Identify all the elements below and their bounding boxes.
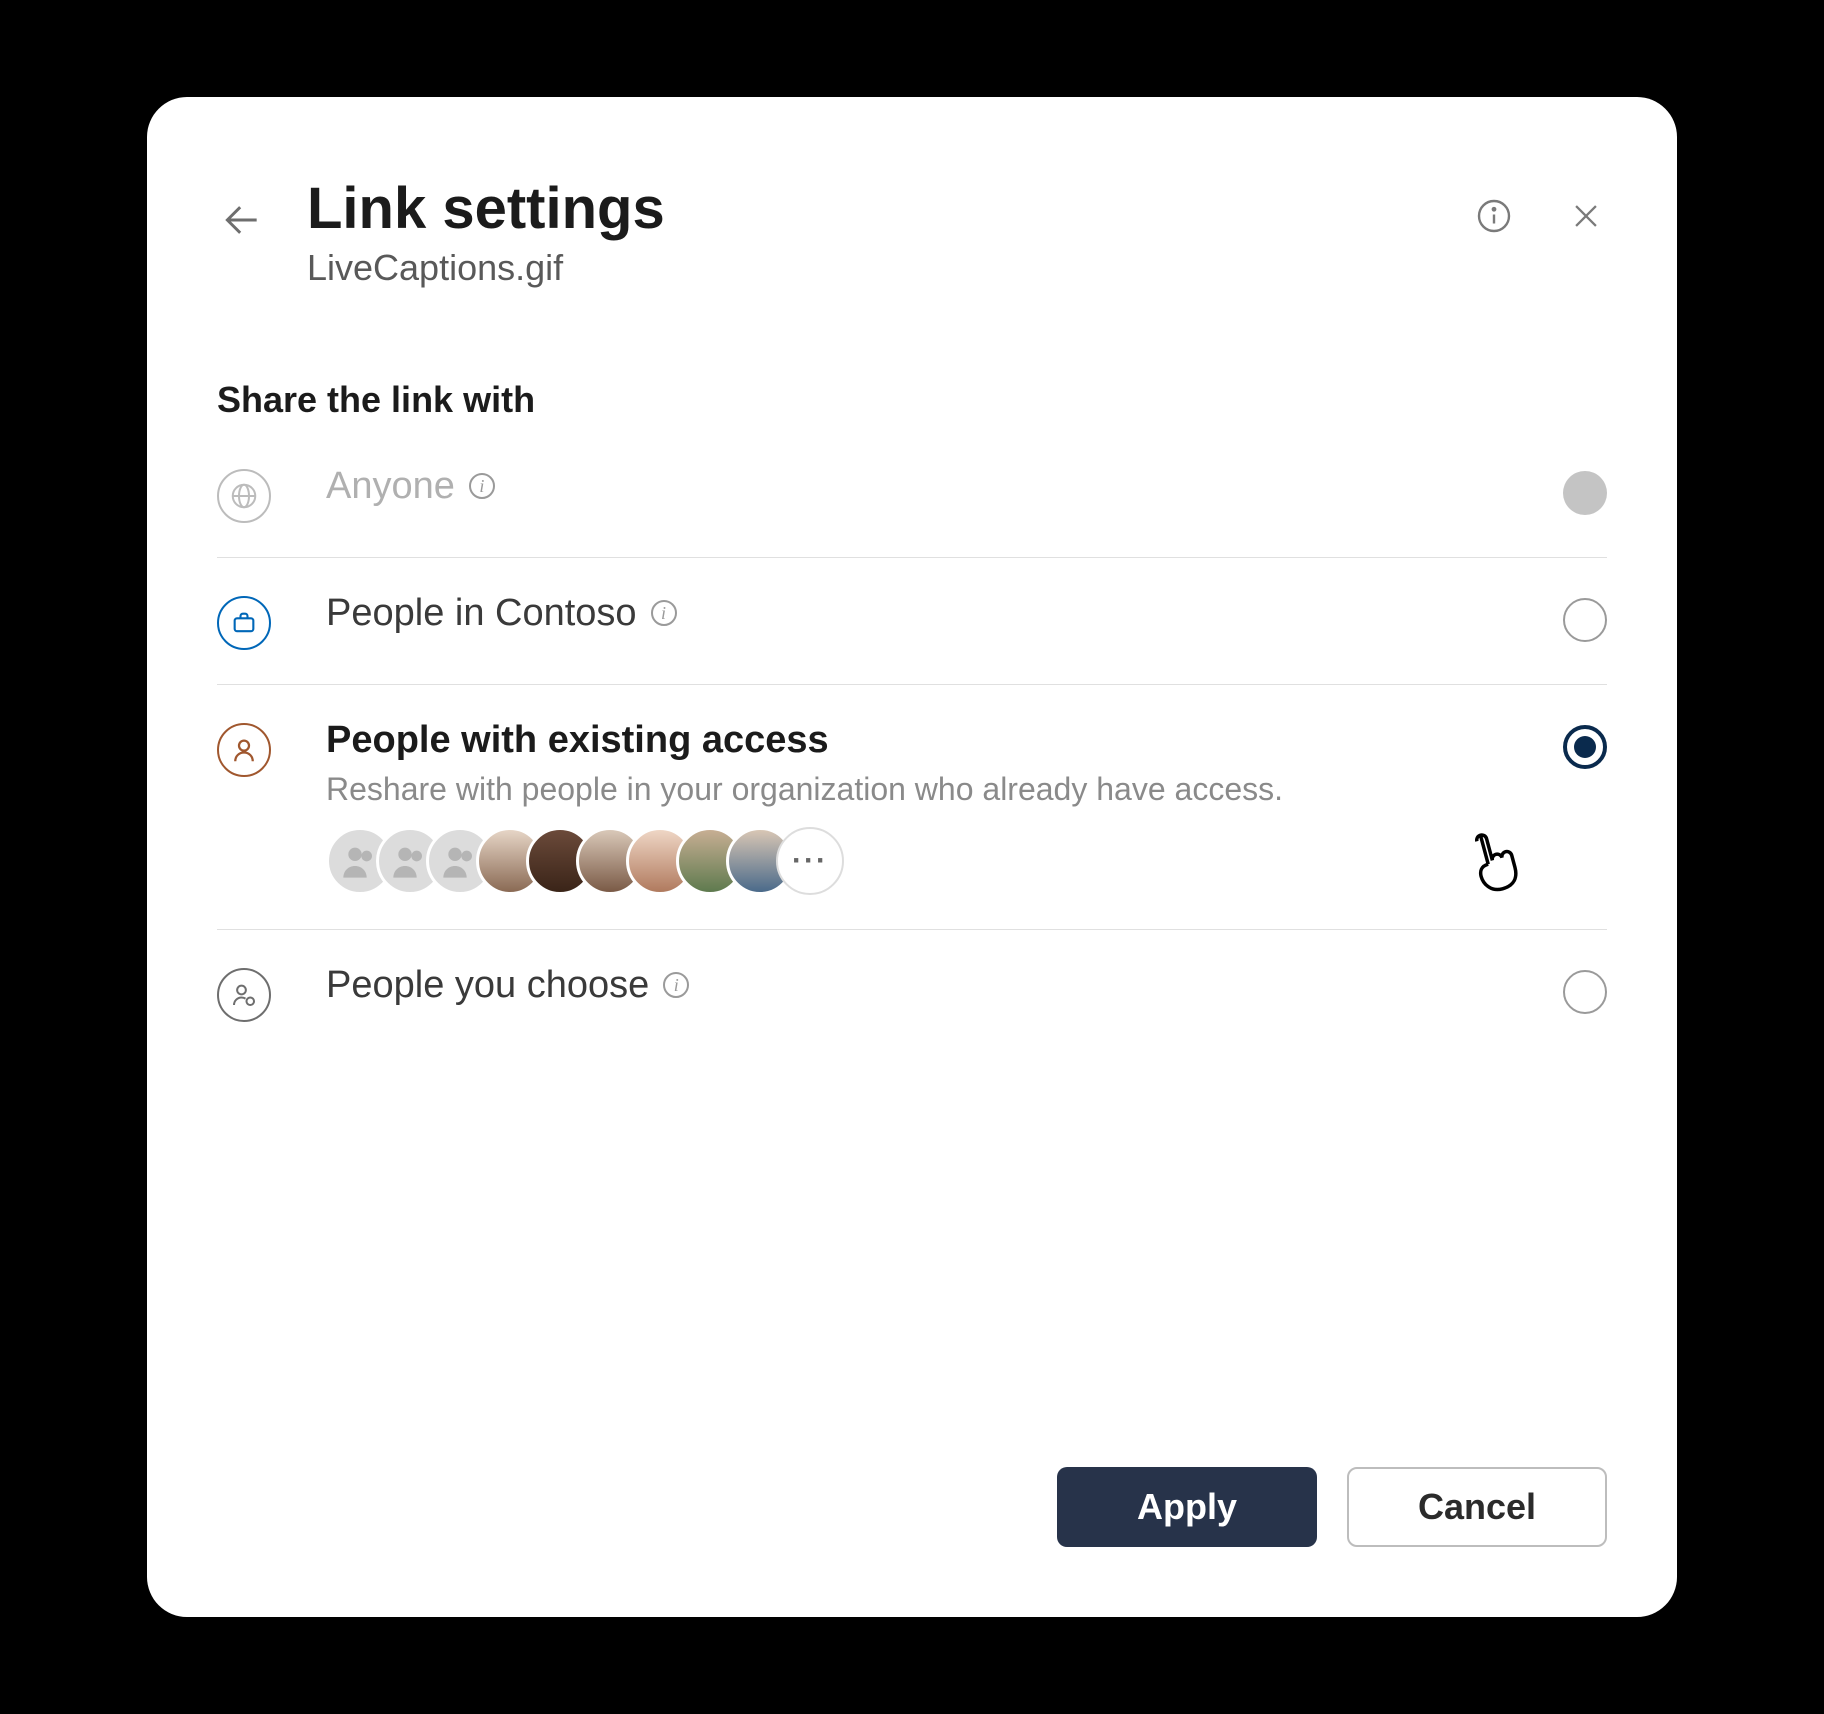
- info-icon[interactable]: i: [469, 473, 495, 499]
- radio-choose-people[interactable]: [1563, 970, 1607, 1014]
- dialog-title: Link settings: [307, 177, 1433, 241]
- person-icon: [217, 723, 271, 777]
- option-choose-label: People you choose: [326, 964, 649, 1007]
- option-choose-people[interactable]: People you choose i: [217, 930, 1607, 1056]
- info-icon[interactable]: i: [651, 600, 677, 626]
- option-existing-description: Reshare with people in your organization…: [326, 768, 1488, 811]
- radio-organization[interactable]: [1563, 598, 1607, 642]
- dialog-filename: LiveCaptions.gif: [307, 247, 1433, 289]
- option-organization-label: People in Contoso: [326, 592, 637, 635]
- briefcase-icon: [217, 596, 271, 650]
- globe-icon: [217, 469, 271, 523]
- radio-existing-access[interactable]: [1563, 725, 1607, 769]
- option-existing-access[interactable]: People with existing access Reshare with…: [217, 685, 1607, 930]
- option-anyone-label: Anyone: [326, 465, 455, 508]
- info-icon[interactable]: i: [663, 972, 689, 998]
- dialog-footer: Apply Cancel: [1057, 1467, 1607, 1547]
- option-organization[interactable]: People in Contoso i: [217, 558, 1607, 685]
- info-button[interactable]: [1473, 195, 1515, 237]
- dialog-header: Link settings LiveCaptions.gif: [217, 177, 1607, 289]
- link-settings-dialog: Link settings LiveCaptions.gif Share the…: [147, 97, 1677, 1617]
- existing-access-avatars[interactable]: ···: [326, 827, 1488, 895]
- apply-button[interactable]: Apply: [1057, 1467, 1317, 1547]
- close-button[interactable]: [1565, 195, 1607, 237]
- radio-anyone: [1563, 471, 1607, 515]
- cancel-button[interactable]: Cancel: [1347, 1467, 1607, 1547]
- people-gear-icon: [217, 968, 271, 1022]
- section-heading: Share the link with: [217, 379, 1607, 421]
- avatar-overflow-button[interactable]: ···: [776, 827, 844, 895]
- option-anyone[interactable]: Anyone i: [217, 431, 1607, 558]
- option-existing-label: People with existing access: [326, 719, 829, 762]
- back-button[interactable]: [217, 195, 267, 245]
